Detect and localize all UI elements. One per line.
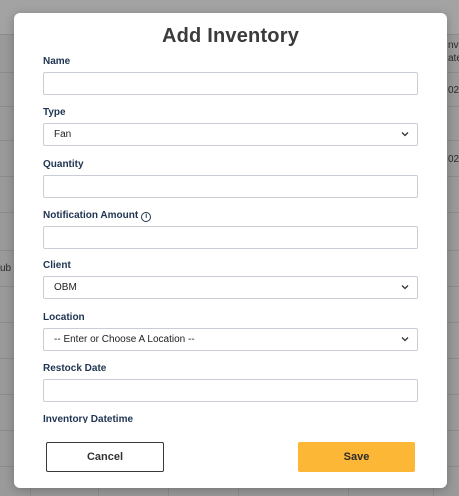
location-field-group: Location -- Enter or Choose A Location -…	[43, 311, 419, 351]
background-header-text: nve	[448, 40, 459, 51]
type-selected-value: Fan	[54, 129, 72, 140]
name-field-group: Name	[43, 55, 419, 95]
quantity-label: Quantity	[43, 159, 84, 170]
form-scroll-area[interactable]: Name Type Fan Quantity Notification Amou…	[43, 55, 419, 423]
restock-date-field-group: Restock Date	[43, 362, 419, 402]
client-field-group: Client OBM	[43, 259, 419, 299]
cancel-button[interactable]: Cancel	[46, 442, 164, 472]
add-inventory-modal: Add Inventory Name Type Fan Quantity Not…	[14, 13, 447, 488]
background-cell-text: 024	[448, 154, 459, 165]
name-label: Name	[43, 56, 71, 67]
client-selected-value: OBM	[54, 282, 77, 293]
save-button[interactable]: Save	[298, 442, 415, 472]
modal-title: Add Inventory	[161, 25, 300, 47]
notification-amount-input[interactable]	[43, 226, 418, 249]
quantity-field-group: Quantity	[43, 158, 419, 198]
chevron-down-icon	[401, 335, 409, 343]
quantity-input[interactable]	[43, 175, 418, 198]
notification-amount-label-row: Notification Amount i	[43, 209, 419, 223]
location-label: Location	[43, 312, 85, 323]
restock-date-input[interactable]	[43, 379, 418, 402]
background-cell-text: 024	[448, 85, 459, 96]
inventory-datetime-field-group: Inventory Datetime	[43, 413, 419, 423]
location-selected-value: -- Enter or Choose A Location --	[54, 334, 195, 345]
background-cell-text: ub	[0, 263, 12, 274]
location-combobox[interactable]: -- Enter or Choose A Location --	[43, 328, 418, 351]
background-header-text: ate	[448, 53, 459, 64]
type-label: Type	[43, 107, 66, 118]
type-select[interactable]: Fan	[43, 123, 418, 146]
notification-amount-field-group: Notification Amount i	[43, 209, 419, 249]
client-label: Client	[43, 260, 71, 271]
name-input[interactable]	[43, 72, 418, 95]
inventory-datetime-label: Inventory Datetime	[43, 414, 134, 423]
chevron-down-icon	[401, 130, 409, 138]
type-field-group: Type Fan	[43, 106, 419, 146]
restock-date-label: Restock Date	[43, 363, 107, 374]
notification-amount-label: Notification Amount	[43, 210, 139, 221]
client-select[interactable]: OBM	[43, 276, 418, 299]
info-icon[interactable]: i	[141, 212, 152, 222]
chevron-down-icon	[401, 283, 409, 291]
